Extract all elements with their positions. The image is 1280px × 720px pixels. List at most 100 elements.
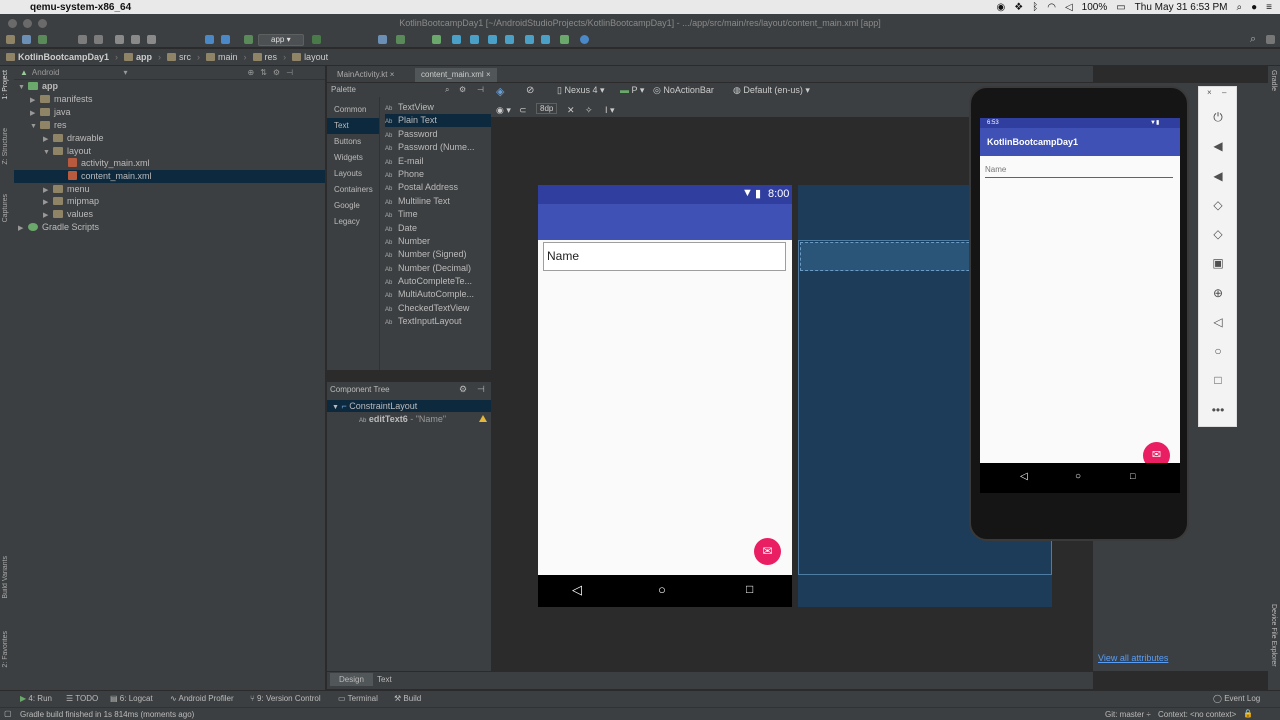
palette-item[interactable]: Ab CheckedTextView	[385, 302, 469, 315]
breadcrumb-item[interactable]: src	[167, 52, 191, 62]
hide-icon[interactable]: ⊣	[286, 68, 293, 77]
breadcrumb-item[interactable]: res	[252, 52, 277, 62]
back-icon[interactable]: ◁	[1020, 471, 1028, 482]
breadcrumb-item[interactable]: app	[124, 52, 152, 62]
tab-logcat[interactable]: ▤ 6: Logcat	[110, 694, 153, 703]
guidelines-icon[interactable]: I ▾	[605, 105, 615, 116]
close-icon[interactable]: ×	[390, 70, 395, 79]
breadcrumb-item[interactable]: layout	[292, 52, 328, 62]
palette-item[interactable]: Ab Number (Decimal)	[385, 262, 471, 275]
folder-icon[interactable]	[541, 35, 550, 44]
palette-item[interactable]: Ab Number (Signed)	[385, 248, 467, 261]
tab-design[interactable]: Design	[330, 673, 373, 686]
palette-category-legacy[interactable]: Legacy	[327, 214, 379, 230]
palette-item[interactable]: Ab Date	[385, 222, 417, 235]
tree-item-gradle-scripts[interactable]: ▶ Gradle Scripts	[18, 221, 99, 234]
save-icon[interactable]	[22, 35, 31, 44]
camera-icon[interactable]: ▣	[1209, 255, 1227, 271]
tab-captures[interactable]: Captures	[2, 194, 9, 222]
forward-icon[interactable]	[221, 35, 230, 44]
breadcrumb-item[interactable]: KotlinBootcampDay1	[6, 52, 109, 62]
rotate-right-icon[interactable]: ◇	[1209, 226, 1227, 242]
tree-item-layout[interactable]: ▼ layout	[43, 145, 91, 158]
tab-build[interactable]: ⚒ Build	[394, 694, 421, 703]
tab-text[interactable]: Text	[377, 675, 392, 684]
palette-category-layouts[interactable]: Layouts	[327, 166, 379, 182]
back-icon[interactable]: ◁	[572, 582, 582, 598]
tree-item-content-main[interactable]: content_main.xml	[14, 170, 325, 183]
sync-icon[interactable]	[38, 35, 47, 44]
gear-icon[interactable]: ⚙	[459, 384, 467, 395]
palette-category-buttons[interactable]: Buttons	[327, 134, 379, 150]
cut-icon[interactable]	[115, 35, 124, 44]
power-icon[interactable]: ⏻	[1209, 109, 1227, 125]
emulator-name-field[interactable]: Name	[985, 165, 1173, 178]
sync-gradle-icon[interactable]	[470, 35, 479, 44]
search-icon[interactable]: ⌕	[445, 83, 449, 97]
project-view-selector[interactable]: ▲ Android ▾ ⊕ ⇅ ⚙ ⊣	[14, 66, 325, 80]
gear-icon[interactable]: ⚙	[273, 68, 280, 77]
volume-up-icon[interactable]: ◀	[1209, 138, 1227, 154]
tree-node-edittext[interactable]: Ab editText6 - "Name"	[359, 413, 491, 425]
app-bar[interactable]	[538, 204, 792, 240]
lock-icon[interactable]: 🔒	[1243, 709, 1253, 718]
sync-scroll-icon[interactable]: ⊕	[248, 68, 255, 77]
battery-percent[interactable]: 100%	[1082, 2, 1108, 13]
device-select[interactable]: ▯ Nexus 4 ▾	[557, 85, 605, 96]
palette-category-containers[interactable]: Containers	[327, 182, 379, 198]
palette-category-text[interactable]: Text	[327, 118, 379, 134]
palette-item[interactable]: Ab E-mail	[385, 155, 424, 168]
tree-item-drawable[interactable]: ▶ drawable	[43, 132, 104, 145]
clock[interactable]: Thu May 31 6:53 PM	[1135, 2, 1228, 13]
apply-changes-icon[interactable]	[396, 35, 405, 44]
warning-icon[interactable]	[479, 415, 487, 422]
app-name[interactable]: qemu-system-x86_64	[30, 2, 131, 13]
device-monitor-icon[interactable]	[488, 35, 497, 44]
tab-structure[interactable]: Z: Structure	[2, 128, 9, 165]
status-message[interactable]: Gradle build finished in 1s 814ms (momen…	[20, 710, 194, 719]
close-window-button[interactable]	[8, 19, 17, 28]
tab-profiler[interactable]: ∿ Android Profiler	[170, 694, 234, 703]
locale-select[interactable]: ◍ Default (en-us) ▾	[733, 85, 810, 96]
sdk-manager-icon[interactable]	[432, 35, 441, 44]
tab-build-variants[interactable]: Build Variants	[2, 556, 9, 599]
api-select[interactable]: ▬ P ▾	[620, 85, 644, 96]
palette-item[interactable]: Ab Number	[385, 235, 430, 248]
zoom-window-button[interactable]	[38, 19, 47, 28]
palette-item[interactable]: Ab AutoCompleteTe...	[385, 275, 472, 288]
tree-item-activity-main[interactable]: activity_main.xml	[68, 157, 150, 170]
bluetooth-icon[interactable]: ᛒ	[1032, 2, 1038, 13]
open-icon[interactable]	[6, 35, 15, 44]
paste-icon[interactable]	[147, 35, 156, 44]
git-branch[interactable]: Git: master ÷	[1105, 710, 1151, 719]
volume-down-icon[interactable]: ◀	[1209, 168, 1227, 184]
emulator-screen[interactable]: 6:53 ▼▮ KotlinBootcampDay1 Name ✉ ◁ ○ □	[980, 118, 1180, 493]
help-icon[interactable]	[580, 35, 589, 44]
structure-icon[interactable]	[505, 35, 514, 44]
palette-item[interactable]: Ab TextView	[385, 101, 434, 114]
tab-gradle[interactable]: Gradle	[1270, 70, 1277, 91]
tab-terminal[interactable]: ▭ Terminal	[338, 694, 378, 703]
fab-email[interactable]: ✉	[754, 538, 781, 565]
hide-icon[interactable]: ⊣	[477, 384, 485, 395]
tab-todo[interactable]: ☰ TODO	[66, 694, 98, 703]
orientation-icon[interactable]: ⊘	[526, 85, 534, 96]
home-icon[interactable]: ○	[1075, 471, 1081, 482]
tree-item-res[interactable]: ▼ res	[30, 119, 67, 132]
tab-version-control[interactable]: ⑂ 9: Version Control	[250, 694, 321, 703]
collapse-icon[interactable]: ⇅	[260, 68, 267, 77]
palette-item[interactable]: Ab Password (Nume...	[385, 141, 475, 154]
close-icon[interactable]: ×	[1207, 88, 1212, 97]
dropbox-icon[interactable]: ❖	[1014, 2, 1023, 13]
tree-item-app[interactable]: ▼ app	[18, 80, 58, 93]
layers-icon[interactable]: ◈	[496, 85, 504, 98]
more-icon[interactable]: •••	[1209, 402, 1227, 418]
palette-item[interactable]: Ab Password	[385, 128, 438, 141]
profile-icon[interactable]	[378, 35, 387, 44]
rotate-left-icon[interactable]: ◇	[1209, 197, 1227, 213]
overview-icon[interactable]: □	[1209, 372, 1227, 388]
palette-category-google[interactable]: Google	[327, 198, 379, 214]
tree-item-java[interactable]: ▶ java	[30, 106, 71, 119]
copy-icon[interactable]	[131, 35, 140, 44]
avd-manager-icon[interactable]	[452, 35, 461, 44]
